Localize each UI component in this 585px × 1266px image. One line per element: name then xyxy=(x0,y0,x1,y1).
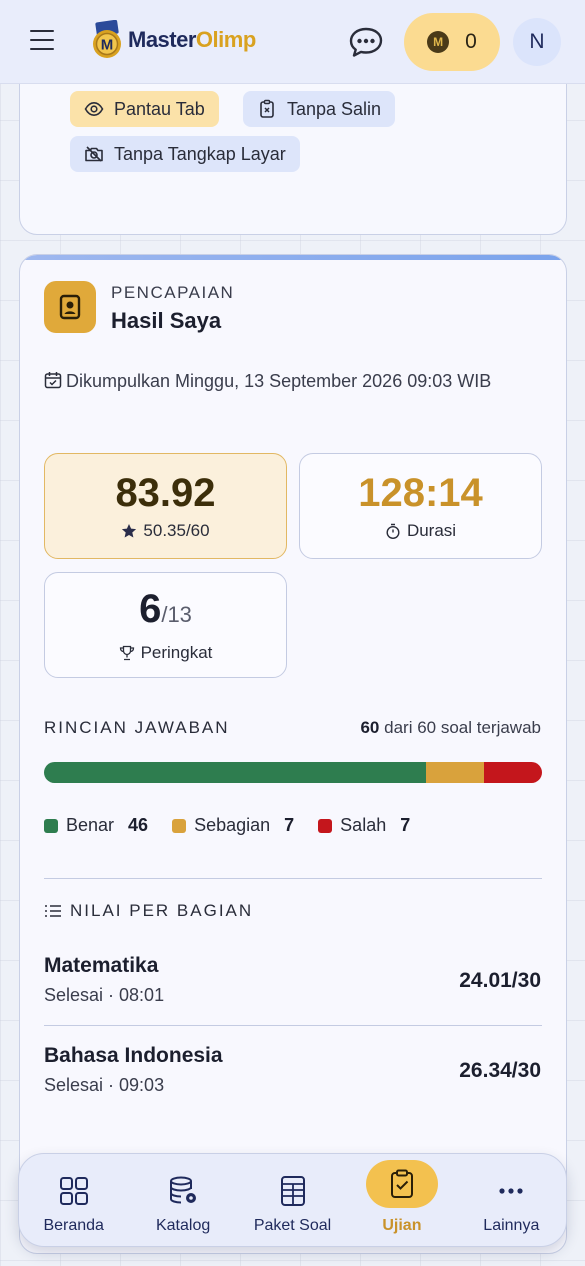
list-icon xyxy=(45,905,61,917)
duration-card: 128:14 Durasi xyxy=(299,453,542,559)
eye-icon xyxy=(84,101,104,117)
grid-icon xyxy=(58,1172,90,1210)
camera-off-icon xyxy=(85,146,103,162)
duration-value: 128:14 xyxy=(358,471,483,515)
answer-breakdown-label: RINCIAN JAWABAN xyxy=(44,718,230,737)
chat-icon[interactable] xyxy=(349,26,383,58)
section-row-score: 26.34/30 xyxy=(459,1059,541,1082)
section-row-meta: Selesai · 09:03 xyxy=(44,1075,165,1095)
result-card: PENCAPAIAN Hasil Saya Dikumpulkan Minggu… xyxy=(19,254,567,1254)
section-row-name: Bahasa Indonesia xyxy=(44,1044,223,1067)
chip-label: Pantau Tab xyxy=(114,98,205,119)
coin-balance-button[interactable]: M 0 xyxy=(404,13,500,71)
rank-total: /13 xyxy=(161,602,192,627)
nav-label: Beranda xyxy=(43,1217,104,1234)
answered-suffix: dari 60 soal terjawab xyxy=(384,718,541,737)
section-row-meta: Selesai · 08:01 xyxy=(44,985,165,1005)
section-title: Hasil Saya xyxy=(111,308,222,333)
nav-label: Ujian xyxy=(382,1217,422,1234)
coin-count: 0 xyxy=(465,30,477,53)
logo-text-part1: Master xyxy=(128,27,196,52)
rank-number: 6 xyxy=(139,587,162,631)
divider xyxy=(44,1025,542,1026)
clipboard-check-icon xyxy=(365,1160,438,1208)
section-scores-text: NILAI PER BAGIAN xyxy=(70,901,254,920)
more-icon xyxy=(495,1172,527,1210)
logo-icon: M xyxy=(90,19,124,60)
menu-icon[interactable] xyxy=(30,30,54,50)
nav-item-beranda[interactable]: Beranda xyxy=(19,1154,128,1246)
sheet-icon xyxy=(277,1172,309,1210)
logo-text: MasterOlimp xyxy=(128,27,256,53)
submitted-info: Dikumpulkan Minggu, 13 September 2026 09… xyxy=(44,369,524,393)
legend-swatch xyxy=(172,818,187,833)
legend-swatch xyxy=(318,818,333,833)
rank-label-row: Peringkat xyxy=(119,643,213,663)
legend-label: Salah xyxy=(340,815,387,835)
bottom-navigation: Beranda Katalog Paket Soal Ujian Lainnya xyxy=(18,1153,567,1247)
chip-label: Tanpa Tangkap Layar xyxy=(114,143,286,164)
score-points: 50.35/60 xyxy=(121,521,210,541)
exam-rules-card: Pantau Tab Tanpa Salin Tanpa Tangkap Lay… xyxy=(19,60,567,235)
database-gear-icon xyxy=(167,1172,199,1210)
section-row-name: Matematika xyxy=(44,954,159,977)
answer-progress-bar xyxy=(44,762,542,783)
section-row-score: 24.01/30 xyxy=(459,969,541,992)
stopwatch-icon xyxy=(386,523,400,539)
chip-tab-monitor: Pantau Tab xyxy=(70,91,219,127)
answered-number: 60 xyxy=(360,718,380,737)
nav-label: Paket Soal xyxy=(253,1217,332,1234)
svg-text:M: M xyxy=(101,37,114,54)
nav-label: Lainnya xyxy=(483,1217,540,1234)
trophy-icon xyxy=(119,645,134,661)
logo[interactable]: M MasterOlimp xyxy=(90,19,256,60)
rank-value: 6/13 xyxy=(139,587,192,637)
clipboard-x-icon xyxy=(260,99,274,118)
legend-value: 7 xyxy=(400,815,411,835)
star-icon xyxy=(122,524,137,538)
logo-text-part2: Olimp xyxy=(195,27,256,52)
legend-wrong: Salah 7 xyxy=(318,815,410,836)
bar-wrong xyxy=(483,762,542,783)
section-kicker: PENCAPAIAN xyxy=(111,283,235,302)
nav-label: Katalog xyxy=(155,1217,211,1234)
legend-swatch xyxy=(44,818,58,833)
nav-item-ujian[interactable]: Ujian xyxy=(347,1154,456,1246)
bar-correct xyxy=(44,762,426,783)
nav-item-lainnya[interactable]: Lainnya xyxy=(457,1154,566,1246)
badge-icon xyxy=(44,281,96,333)
chip-no-screenshot: Tanpa Tangkap Layar xyxy=(70,136,300,172)
duration-label: Durasi xyxy=(406,521,457,540)
rank-card: 6/13 Peringkat xyxy=(44,572,287,678)
divider xyxy=(44,878,542,879)
app-header: M MasterOlimp M 0 N xyxy=(0,0,585,84)
submitted-text: Dikumpulkan Minggu, 13 September 2026 09… xyxy=(66,371,492,391)
legend-label: Sebagian xyxy=(194,815,271,835)
legend-correct: Benar 46 xyxy=(44,815,148,836)
bar-partial xyxy=(425,762,484,783)
score-value: 83.92 xyxy=(115,471,216,515)
avatar[interactable]: N xyxy=(513,18,561,66)
score-card: 83.92 50.35/60 xyxy=(44,453,287,559)
calendar-check-icon xyxy=(44,372,62,389)
nav-item-katalog[interactable]: Katalog xyxy=(128,1154,237,1246)
rank-label: Peringkat xyxy=(140,643,213,662)
answered-count: 60 dari 60 soal terjawab xyxy=(360,718,541,738)
legend-partial: Sebagian 7 xyxy=(172,815,294,836)
legend-value: 7 xyxy=(284,815,295,835)
answer-legend: Benar 46 Sebagian 7 Salah 7 xyxy=(44,815,410,836)
chip-label: Tanpa Salin xyxy=(287,98,382,119)
duration-label-row: Durasi xyxy=(385,521,456,541)
legend-value: 46 xyxy=(128,815,149,835)
chip-no-copy: Tanpa Salin xyxy=(243,91,396,127)
legend-label: Benar xyxy=(66,815,115,835)
coin-icon: M xyxy=(427,31,450,53)
score-points-text: 50.35/60 xyxy=(143,521,210,540)
nav-item-paket-soal[interactable]: Paket Soal xyxy=(238,1154,347,1246)
section-scores-label: NILAI PER BAGIAN xyxy=(44,901,253,921)
